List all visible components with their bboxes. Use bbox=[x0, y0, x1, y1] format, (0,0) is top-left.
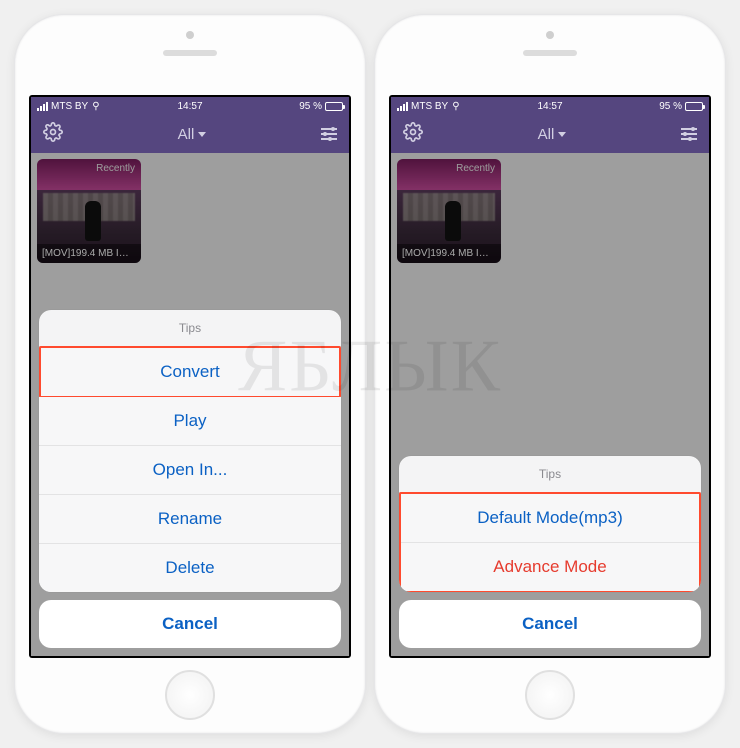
signal-icon bbox=[397, 102, 408, 111]
battery-text: 95 % bbox=[659, 101, 682, 112]
sheet-header: Tips bbox=[399, 456, 701, 493]
sheet-item-play[interactable]: Play bbox=[39, 397, 341, 446]
nav-bar: All bbox=[391, 115, 709, 153]
status-bar: MTS BY ⚲ 14:57 95 % bbox=[31, 97, 349, 115]
cancel-button[interactable]: Cancel bbox=[399, 600, 701, 648]
cancel-button[interactable]: Cancel bbox=[39, 600, 341, 648]
sheet-item-advance-mode[interactable]: Advance Mode bbox=[401, 543, 699, 591]
action-sheet: Tips Default Mode(mp3) Advance Mode Canc… bbox=[399, 456, 701, 648]
sheet-item-delete[interactable]: Delete bbox=[39, 544, 341, 592]
highlight-modes: Default Mode(mp3) Advance Mode bbox=[399, 492, 701, 592]
speaker bbox=[163, 50, 217, 56]
screen: MTS BY ⚲ 14:57 95 % All bbox=[29, 95, 351, 658]
sheet-item-convert[interactable]: Convert bbox=[41, 348, 339, 396]
signal-icon bbox=[37, 102, 48, 111]
chevron-down-icon bbox=[198, 132, 206, 137]
status-bar: MTS BY ⚲ 14:57 95 % bbox=[391, 97, 709, 115]
action-sheet-main: Tips Convert Play Open In... Rename Dele… bbox=[39, 310, 341, 592]
sheet-item-default-mode[interactable]: Default Mode(mp3) bbox=[401, 494, 699, 543]
front-camera bbox=[546, 31, 554, 39]
nav-title-text: All bbox=[538, 126, 555, 143]
filter-icon[interactable] bbox=[681, 127, 697, 141]
carrier-label: MTS BY bbox=[51, 101, 88, 112]
speaker bbox=[523, 50, 577, 56]
nav-title-text: All bbox=[178, 126, 195, 143]
nav-title[interactable]: All bbox=[178, 126, 207, 143]
wifi-icon: ⚲ bbox=[452, 101, 459, 112]
chevron-down-icon bbox=[558, 132, 566, 137]
action-sheet: Tips Convert Play Open In... Rename Dele… bbox=[39, 310, 341, 648]
gear-icon[interactable] bbox=[43, 122, 63, 147]
wifi-icon: ⚲ bbox=[92, 101, 99, 112]
phone-right: MTS BY ⚲ 14:57 95 % All bbox=[374, 14, 726, 734]
battery-text: 95 % bbox=[299, 101, 322, 112]
screen: MTS BY ⚲ 14:57 95 % All bbox=[389, 95, 711, 658]
gear-icon[interactable] bbox=[403, 122, 423, 147]
action-sheet-main: Tips Default Mode(mp3) Advance Mode bbox=[399, 456, 701, 592]
sheet-item-open-in[interactable]: Open In... bbox=[39, 446, 341, 495]
content-area: Recently [MOV]199.4 MB IMG_... Tips Defa… bbox=[391, 153, 709, 656]
phone-left: MTS BY ⚲ 14:57 95 % All bbox=[14, 14, 366, 734]
nav-title[interactable]: All bbox=[538, 126, 567, 143]
sheet-header: Tips bbox=[39, 310, 341, 347]
front-camera bbox=[186, 31, 194, 39]
content-area: Recently [MOV]199.4 MB IMG_... Tips Conv… bbox=[31, 153, 349, 656]
carrier-label: MTS BY bbox=[411, 101, 448, 112]
viewport: MTS BY ⚲ 14:57 95 % All bbox=[391, 97, 709, 656]
home-button[interactable] bbox=[165, 670, 215, 720]
sheet-item-rename[interactable]: Rename bbox=[39, 495, 341, 544]
nav-bar: All bbox=[31, 115, 349, 153]
viewport: MTS BY ⚲ 14:57 95 % All bbox=[31, 97, 349, 656]
filter-icon[interactable] bbox=[321, 127, 337, 141]
battery-icon bbox=[325, 102, 343, 111]
highlight-convert: Convert bbox=[39, 346, 341, 398]
home-button[interactable] bbox=[525, 670, 575, 720]
battery-icon bbox=[685, 102, 703, 111]
